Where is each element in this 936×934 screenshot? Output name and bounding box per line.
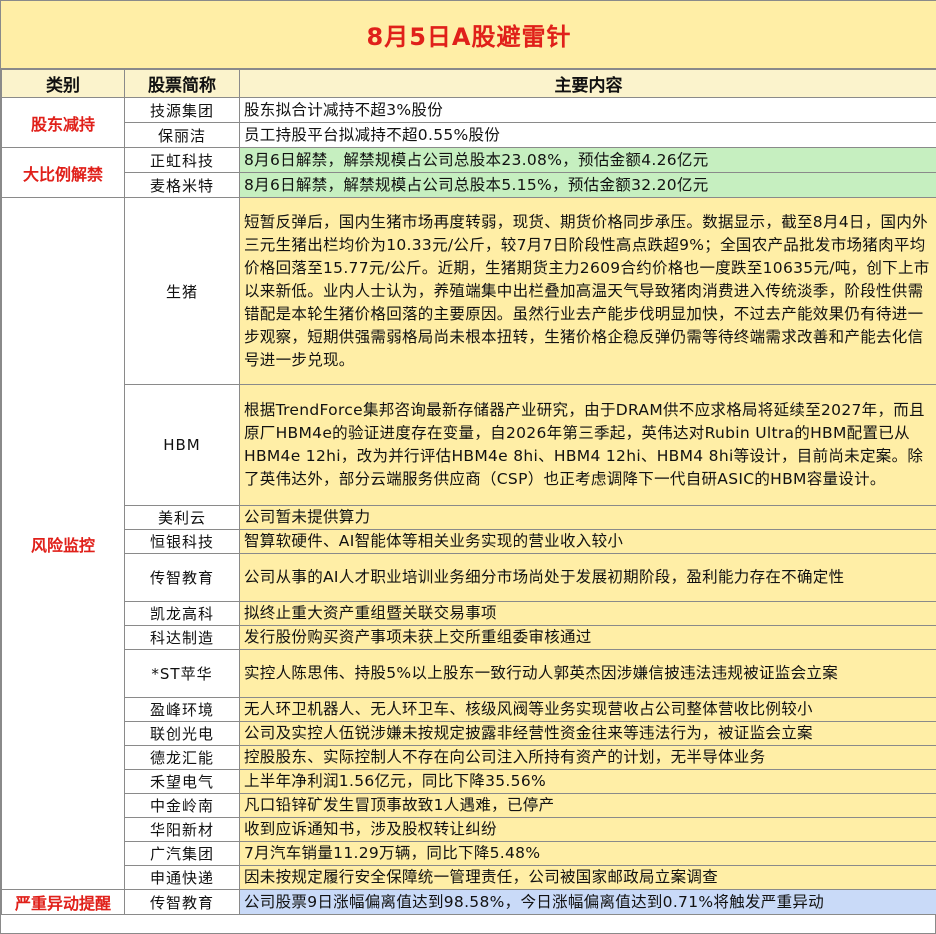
stock-name: 美利云: [124, 505, 240, 530]
table-row: 禾望电气 上半年净利润1.56亿元，同比下降35.56%: [2, 769, 936, 794]
row-content: 股东拟合计减持不超3%股份: [239, 97, 936, 123]
header-category: 类别: [1, 69, 125, 98]
row-content: 实控人陈思伟、持股5%以上股东一致行动人郭英杰因涉嫌信披违法违规被证监会立案: [239, 649, 936, 698]
table-row: 申通快递 因未按规定履行安全保障统一管理责任，公司被国家邮政局立案调查: [2, 865, 936, 890]
stock-name: 华阳新材: [124, 817, 240, 842]
stock-name: 盈峰环境: [124, 697, 240, 722]
category-shareholder-reduction: 股东减持: [1, 97, 125, 148]
row-content: 短暂反弹后，国内生猪市场再度转弱，现货、期货价格同步承压。数据显示，截至8月4日…: [239, 197, 936, 385]
stock-name: 科达制造: [124, 625, 240, 650]
row-content: 无人环卫机器人、无人环卫车、核级风阀等业务实现营收占公司整体营收比例较小: [239, 697, 936, 722]
header-content: 主要内容: [239, 69, 936, 98]
category-abnormal: 严重异动提醒: [1, 889, 125, 915]
stock-name: 正虹科技: [124, 147, 240, 173]
row-content: 凡口铅锌矿发生冒顶事故致1人遇难，已停产: [239, 793, 936, 818]
row-content: 7月汽车销量11.29万辆，同比下降5.48%: [239, 841, 936, 866]
table-row: 恒银科技 智算软硬件、AI智能体等相关业务实现的营业收入较小: [2, 529, 936, 554]
category-lifting: 大比例解禁: [1, 147, 125, 198]
stock-name: 凯龙高科: [124, 601, 240, 626]
stock-name: HBM: [124, 384, 240, 506]
stock-name: 麦格米特: [124, 172, 240, 198]
stock-name: 中金岭南: [124, 793, 240, 818]
row-content: 收到应诉通知书，涉及股权转让纠纷: [239, 817, 936, 842]
stock-name: 德龙汇能: [124, 745, 240, 770]
row-content: 拟终止重大资产重组暨关联交易事项: [239, 601, 936, 626]
stock-name: 恒银科技: [124, 529, 240, 554]
table-row: 华阳新材 收到应诉通知书，涉及股权转让纠纷: [2, 817, 936, 842]
table-row: 风险监控 生猪 短暂反弹后，国内生猪市场再度转弱，现货、期货价格同步承压。数据显…: [1, 197, 936, 890]
stock-name: 传智教育: [124, 889, 240, 915]
table-row: 麦格米特 8月6日解禁，解禁规模占公司总股本5.15%，预估金额32.20亿元: [2, 172, 936, 198]
row-content: 公司及实控人伍锐涉嫌未按规定披露非经营性资金往来等违法行为，被证监会立案: [239, 721, 936, 746]
table-row: 美利云 公司暂未提供算力: [2, 505, 936, 530]
row-content: 公司股票9日涨幅偏离值达到98.58%，今日涨幅偏离值达到0.71%将触发严重异…: [239, 889, 936, 915]
table-row: 传智教育 公司从事的AI人才职业培训业务细分市场尚处于发展初期阶段，盈利能力存在…: [2, 553, 936, 602]
table-row: 严重异动提醒 传智教育 公司股票9日涨幅偏离值达到98.58%，今日涨幅偏离值达…: [1, 889, 936, 915]
table-row: 保丽洁 员工持股平台拟减持不超0.55%股份: [2, 122, 936, 148]
stock-name: 禾望电气: [124, 769, 240, 794]
table-row: 德龙汇能 控股股东、实际控制人不存在向公司注入所持有资产的计划，无半导体业务: [2, 745, 936, 770]
stock-name: 广汽集团: [124, 841, 240, 866]
risk-table: 类别 股票简称 主要内容 股东减持 技源集团 股东拟合计减持不超3%股份 保丽洁…: [1, 69, 936, 915]
row-content: 8月6日解禁，解禁规模占公司总股本23.08%，预估金额4.26亿元: [239, 147, 936, 173]
row-content: 控股股东、实际控制人不存在向公司注入所持有资产的计划，无半导体业务: [239, 745, 936, 770]
row-content: 因未按规定履行安全保障统一管理责任，公司被国家邮政局立案调查: [239, 865, 936, 890]
row-content: 上半年净利润1.56亿元，同比下降35.56%: [239, 769, 936, 794]
row-content: 8月6日解禁，解禁规模占公司总股本5.15%，预估金额32.20亿元: [239, 172, 936, 198]
table-row: 股东减持 技源集团 股东拟合计减持不超3%股份: [1, 97, 936, 148]
table-row: 中金岭南 凡口铅锌矿发生冒顶事故致1人遇难，已停产: [2, 793, 936, 818]
category-risk: 风险监控: [1, 197, 125, 890]
table-row: 广汽集团 7月汽车销量11.29万辆，同比下降5.48%: [2, 841, 936, 866]
stock-name: *ST苹华: [124, 649, 240, 698]
stock-name: 生猪: [124, 197, 240, 385]
row-content: 员工持股平台拟减持不超0.55%股份: [239, 122, 936, 148]
table-header-row: 类别 股票简称 主要内容: [1, 69, 936, 98]
stock-name: 申通快递: [124, 865, 240, 890]
row-content: 根据TrendForce集邦咨询最新存储器产业研究，由于DRAM供不应求格局将延…: [239, 384, 936, 506]
table-row: *ST苹华 实控人陈思伟、持股5%以上股东一致行动人郭英杰因涉嫌信披违法违规被证…: [2, 649, 936, 698]
page-frame: 8月5日A股避雷针 类别 股票简称 主要内容 股东减持 技源集团 股东拟合计减持…: [0, 0, 936, 934]
stock-name: 保丽洁: [124, 122, 240, 148]
stock-name: 传智教育: [124, 553, 240, 602]
table-row: 大比例解禁 正虹科技 8月6日解禁，解禁规模占公司总股本23.08%，预估金额4…: [1, 147, 936, 198]
page-title: 8月5日A股避雷针: [1, 1, 936, 69]
table-row: HBM 根据TrendForce集邦咨询最新存储器产业研究，由于DRAM供不应求…: [2, 384, 936, 506]
stock-name: 技源集团: [124, 97, 240, 123]
table-row: 联创光电 公司及实控人伍锐涉嫌未按规定披露非经营性资金往来等违法行为，被证监会立…: [2, 721, 936, 746]
row-content: 公司暂未提供算力: [239, 505, 936, 530]
table-row: 盈峰环境 无人环卫机器人、无人环卫车、核级风阀等业务实现营收占公司整体营收比例较…: [2, 697, 936, 722]
table-row: 凯龙高科 拟终止重大资产重组暨关联交易事项: [2, 601, 936, 626]
row-content: 公司从事的AI人才职业培训业务细分市场尚处于发展初期阶段，盈利能力存在不确定性: [239, 553, 936, 602]
header-stock: 股票简称: [124, 69, 240, 98]
row-content: 智算软硬件、AI智能体等相关业务实现的营业收入较小: [239, 529, 936, 554]
table-row: 科达制造 发行股份购买资产事项未获上交所重组委审核通过: [2, 625, 936, 650]
stock-name: 联创光电: [124, 721, 240, 746]
row-content: 发行股份购买资产事项未获上交所重组委审核通过: [239, 625, 936, 650]
